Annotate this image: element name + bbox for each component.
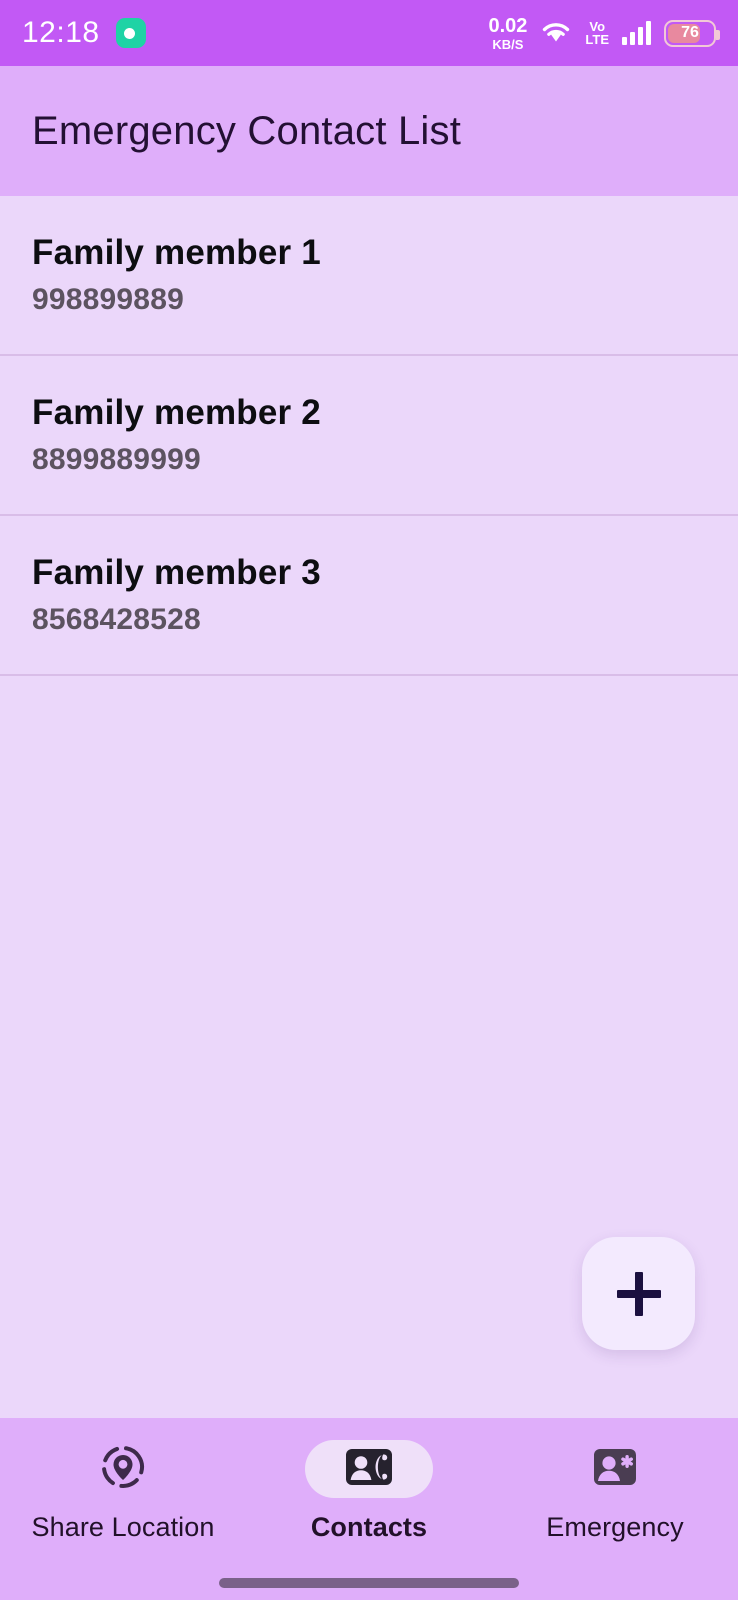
contacts-content: Family member 1 998899889 Family member … bbox=[0, 196, 738, 1418]
nav-pill-emergency bbox=[551, 1440, 679, 1498]
plus-icon bbox=[616, 1271, 661, 1316]
signal-bars-icon bbox=[622, 21, 651, 45]
emergency-contact-icon bbox=[591, 1447, 639, 1492]
app-dot-icon bbox=[115, 18, 146, 48]
nav-label-emergency: Emergency bbox=[546, 1512, 684, 1542]
volte-line-2: LTE bbox=[585, 32, 609, 47]
nav-label-share-location: Share Location bbox=[31, 1512, 215, 1542]
network-speed-value: 0.02 bbox=[488, 14, 528, 37]
home-gesture-bar[interactable] bbox=[219, 1578, 519, 1588]
status-bar-right: 0.02 KB/S Vo LTE 76 bbox=[488, 16, 720, 51]
nav-pill-contacts bbox=[305, 1440, 433, 1498]
nav-item-contacts[interactable]: Contacts bbox=[246, 1440, 492, 1566]
contact-list[interactable]: Family member 1 998899889 Family member … bbox=[0, 196, 738, 676]
share-location-icon bbox=[97, 1441, 149, 1498]
nav-pill-share-location bbox=[59, 1440, 187, 1498]
contact-name: Family member 1 bbox=[32, 233, 321, 273]
page-title: Emergency Contact List bbox=[32, 108, 462, 153]
nav-item-share-location[interactable]: Share Location bbox=[0, 1440, 246, 1566]
phone-screen: 12:18 0.02 KB/S Vo LTE 76 Emergency Cont… bbox=[0, 0, 738, 1600]
battery-icon: 76 bbox=[664, 19, 720, 47]
contact-phone: 8899889999 bbox=[32, 442, 201, 476]
contact-phone: 998899889 bbox=[32, 282, 184, 316]
table-row[interactable]: Family member 3 8568428528 bbox=[0, 516, 738, 676]
status-bar: 12:18 0.02 KB/S Vo LTE 76 bbox=[0, 0, 738, 66]
nav-item-emergency[interactable]: Emergency bbox=[492, 1440, 738, 1566]
network-speed-indicator: 0.02 KB/S bbox=[488, 16, 527, 51]
gesture-bar-area bbox=[0, 1566, 738, 1600]
battery-percent-label: 76 bbox=[681, 24, 699, 41]
contacts-card-icon bbox=[345, 1447, 393, 1492]
contact-name: Family member 3 bbox=[32, 553, 321, 593]
contact-name: Family member 2 bbox=[32, 393, 321, 433]
contact-phone: 8568428528 bbox=[32, 602, 201, 636]
add-contact-button[interactable] bbox=[582, 1237, 695, 1350]
app-bar: Emergency Contact List bbox=[0, 66, 738, 196]
table-row[interactable]: Family member 1 998899889 bbox=[0, 196, 738, 356]
volte-icon: Vo LTE bbox=[585, 20, 609, 46]
bottom-navigation-bar: Share Location Contacts Emergency bbox=[0, 1418, 738, 1600]
nav-label-contacts: Contacts bbox=[310, 1512, 428, 1542]
table-row[interactable]: Family member 2 8899889999 bbox=[0, 356, 738, 516]
bottom-nav-items: Share Location Contacts Emergency bbox=[0, 1440, 738, 1566]
status-clock: 12:18 bbox=[22, 16, 100, 49]
wifi-icon bbox=[540, 18, 572, 49]
network-speed-unit: KB/S bbox=[492, 36, 524, 52]
status-bar-left: 12:18 bbox=[22, 16, 146, 50]
